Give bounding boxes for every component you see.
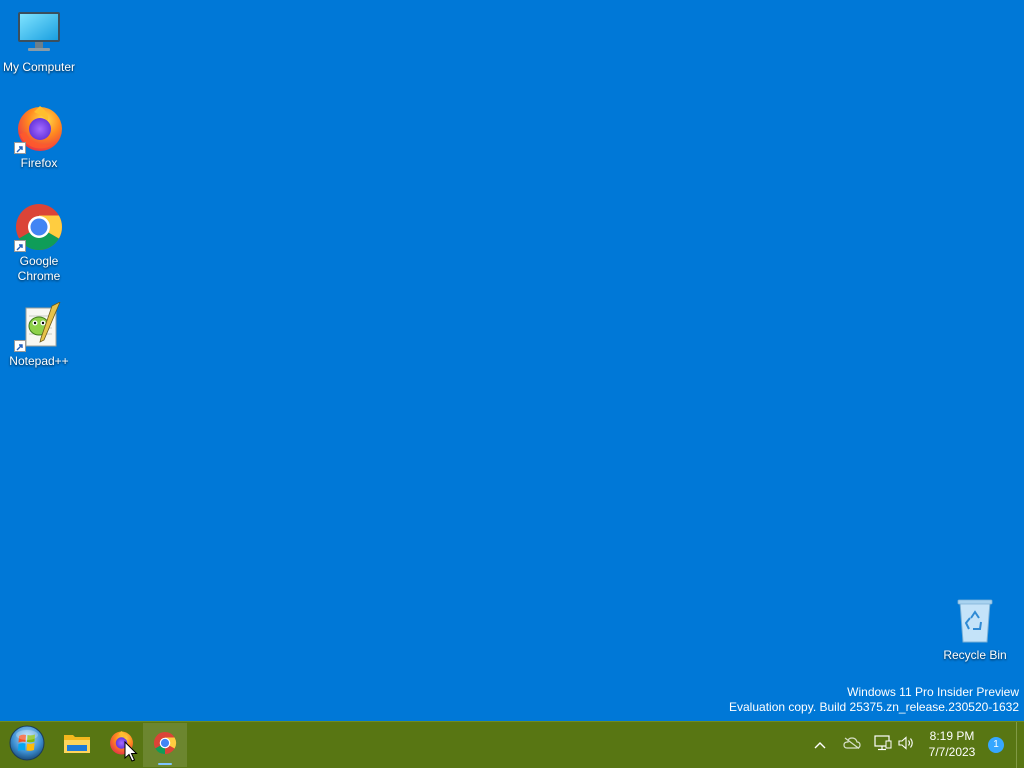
taskbar-google-chrome[interactable]	[143, 723, 187, 767]
chrome-icon	[153, 731, 177, 760]
onedrive-tray-button[interactable]	[838, 731, 866, 759]
desktop-icon-my-computer[interactable]: My Computer	[0, 8, 78, 75]
watermark-build: Evaluation copy. Build 25375.zn_release.…	[729, 700, 1019, 714]
watermark-edition: Windows 11 Pro Insider Preview	[847, 685, 1019, 699]
chrome-icon	[14, 202, 64, 252]
desktop-icon-label: Google Chrome	[17, 254, 61, 283]
desktop-icon-label: Firefox	[20, 156, 58, 170]
recycle-bin-icon	[950, 596, 1000, 646]
desktop[interactable]: My Computer Firefox Google Chrome Notepa…	[0, 0, 1024, 721]
desktop-icon-label: My Computer	[2, 60, 76, 74]
onedrive-offline-icon	[843, 736, 861, 754]
mouse-pointer-icon	[124, 740, 138, 763]
show-hidden-icons-button[interactable]	[806, 731, 834, 759]
volume-icon	[898, 735, 916, 755]
notepadpp-icon	[14, 301, 64, 352]
taskbar-clock[interactable]: 8:19 PM 7/7/2023	[922, 728, 982, 760]
notification-badge[interactable]: 1	[988, 737, 1004, 753]
desktop-icon-notepad-plus-plus[interactable]: Notepad++	[0, 301, 78, 369]
shortcut-arrow-icon	[14, 240, 26, 252]
active-app-indicator	[158, 763, 172, 765]
firefox-icon	[14, 104, 64, 154]
volume-tray-button[interactable]	[893, 731, 921, 759]
monitor-icon	[14, 8, 64, 58]
show-desktop-button[interactable]	[1016, 722, 1024, 768]
desktop-icon-label: Recycle Bin	[943, 648, 1007, 662]
clock-date: 7/7/2023	[928, 745, 976, 759]
desktop-icon-google-chrome[interactable]: Google Chrome	[0, 202, 78, 284]
taskbar: 8:19 PM 7/7/2023 1	[0, 721, 1024, 768]
desktop-icon-firefox[interactable]: Firefox	[0, 104, 78, 171]
folder-icon	[63, 731, 91, 760]
windows-orb-icon	[8, 724, 46, 767]
desktop-icon-recycle-bin[interactable]: Recycle Bin	[936, 596, 1014, 663]
taskbar-file-explorer[interactable]	[55, 723, 99, 767]
windows-evaluation-watermark: Windows 11 Pro Insider Preview Evaluatio…	[729, 685, 1019, 715]
chevron-up-icon	[814, 736, 826, 754]
shortcut-arrow-icon	[14, 142, 26, 154]
desktop-icon-label: Notepad++	[9, 354, 69, 368]
network-icon	[874, 734, 892, 756]
start-button[interactable]	[4, 723, 50, 767]
shortcut-arrow-icon	[14, 340, 26, 352]
clock-time: 8:19 PM	[929, 729, 975, 743]
